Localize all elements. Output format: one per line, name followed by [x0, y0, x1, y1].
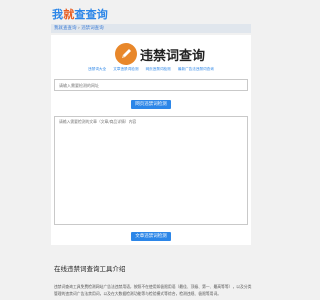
site-logo[interactable]: 我就查查询 — [52, 6, 108, 22]
intro-text: 违禁词查询工具免费检测网站广告法违禁用语，按照不在使用如极限用语（最佳、顶级、第… — [54, 284, 252, 296]
breadcrumb-home-link[interactable]: 我就查查询 — [54, 26, 77, 31]
breadcrumb-current[interactable]: 违禁词查询 — [81, 26, 104, 31]
article-text-input[interactable] — [54, 116, 248, 225]
logo-part-3: 查查询 — [74, 8, 109, 21]
tool-title: 违禁词查询 — [140, 49, 206, 64]
tool-card: 违禁词查询 违禁词大全 文章违禁词检测 网页违禁词检测 最新广告法违禁词查询 网… — [51, 35, 251, 245]
feature-link-dictionary[interactable]: 违禁词大全 — [88, 67, 106, 71]
check-text-button[interactable]: 文章违禁词检测 — [131, 232, 171, 241]
check-url-button[interactable]: 网页违禁词检测 — [131, 100, 171, 109]
feature-links: 违禁词大全 文章违禁词检测 网页违禁词检测 最新广告法违禁词查询 — [51, 67, 251, 72]
logo-part-2: 就 — [63, 8, 75, 21]
pen-icon — [115, 43, 137, 65]
site-header: 我就查查询 — [0, 0, 300, 26]
breadcrumb-trail: 我就查查询 › 违禁词查询 — [54, 25, 104, 31]
feature-link-ad-law[interactable]: 最新广告法违禁词查询 — [178, 67, 214, 71]
breadcrumb-separator: › — [77, 26, 80, 31]
url-input[interactable] — [54, 79, 248, 91]
feature-link-webpage-check[interactable]: 网页违禁词检测 — [146, 67, 171, 71]
intro-title: 在线违禁词查询工具介绍 — [54, 265, 126, 273]
breadcrumb: 我就查查询 › 违禁词查询 — [51, 24, 251, 33]
feature-link-article-check[interactable]: 文章违禁词检测 — [113, 67, 138, 71]
logo-part-1: 我 — [52, 8, 64, 21]
